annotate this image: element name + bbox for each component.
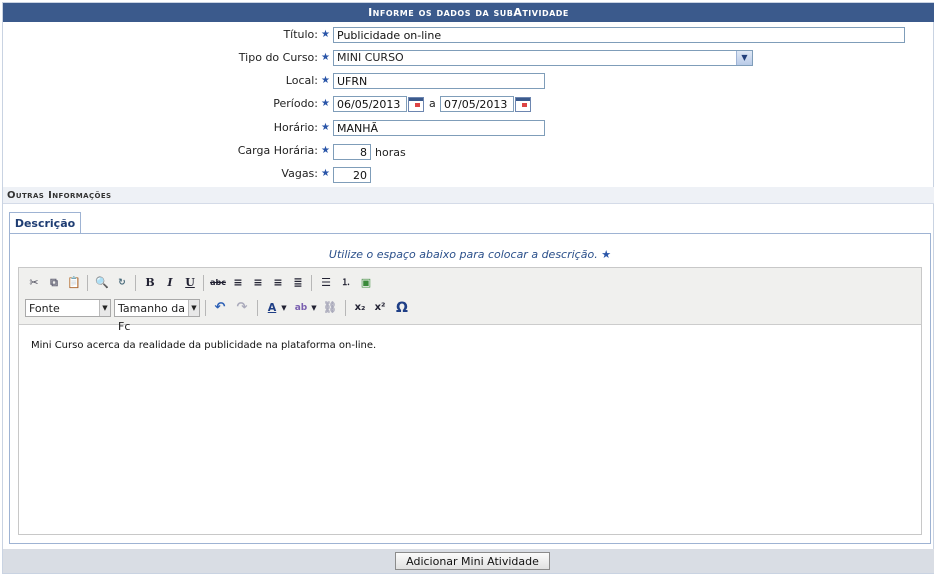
horario-label: Horário: bbox=[273, 121, 318, 134]
horario-input[interactable] bbox=[333, 120, 545, 136]
toolbar-divider bbox=[345, 300, 346, 316]
replace-icon[interactable]: ↻ bbox=[113, 274, 131, 292]
highlight-color-icon[interactable]: ab bbox=[292, 299, 310, 317]
font-family-select[interactable]: Fonte ▼ bbox=[25, 299, 111, 317]
image-icon[interactable]: ▣ bbox=[357, 274, 375, 292]
calendar-icon[interactable] bbox=[408, 97, 424, 112]
toolbar-divider bbox=[135, 275, 136, 291]
toolbar-divider bbox=[205, 300, 206, 316]
toolbar-divider bbox=[311, 275, 312, 291]
strikethrough-icon[interactable]: abc bbox=[209, 274, 227, 292]
periodo-label: Período: bbox=[273, 97, 318, 110]
chevron-down-icon[interactable]: ▼ bbox=[309, 299, 319, 317]
toolbar-divider bbox=[203, 275, 204, 291]
titulo-input[interactable] bbox=[333, 27, 905, 43]
required-star-icon: ★ bbox=[321, 75, 330, 86]
tipo-curso-select[interactable]: MINI CURSO ▼ bbox=[333, 50, 753, 66]
form-title: Informe os dados da subAtividade bbox=[3, 3, 934, 22]
carga-horaria-label: Carga Horária: bbox=[237, 144, 318, 157]
align-justify-icon[interactable]: ≣ bbox=[289, 274, 307, 292]
toolbar-divider bbox=[257, 300, 258, 316]
undo-icon[interactable]: ↶ bbox=[211, 299, 229, 317]
editor-body-text[interactable]: Mini Curso acerca da realidade da public… bbox=[31, 340, 376, 351]
required-star-icon: ★ bbox=[321, 29, 330, 40]
tipo-curso-selected-value: MINI CURSO bbox=[337, 51, 404, 64]
footer-bar: Adicionar Mini Atividade bbox=[3, 549, 934, 573]
outras-informacoes-title: Outras Informações bbox=[3, 187, 934, 204]
adicionar-mini-atividade-button[interactable]: Adicionar Mini Atividade bbox=[395, 552, 550, 570]
superscript-icon[interactable]: x² bbox=[371, 299, 389, 317]
font-family-value: Fonte bbox=[29, 302, 60, 315]
carga-horaria-input[interactable] bbox=[333, 144, 371, 160]
required-star-icon: ★ bbox=[321, 122, 330, 133]
descricao-hint-text: Utilize o espaço abaixo para colocar a d… bbox=[328, 248, 598, 261]
find-icon[interactable]: 🔍 bbox=[93, 274, 111, 292]
chevron-down-icon[interactable]: ▼ bbox=[188, 300, 199, 316]
subscript-icon[interactable]: x₂ bbox=[351, 299, 369, 317]
align-center-icon[interactable]: ≡ bbox=[249, 274, 267, 292]
copy-icon[interactable]: ⧉ bbox=[45, 274, 63, 292]
local-input[interactable] bbox=[333, 73, 545, 89]
vagas-input[interactable] bbox=[333, 167, 371, 183]
bold-icon[interactable]: B bbox=[141, 274, 159, 292]
tipo-curso-label: Tipo do Curso: bbox=[238, 51, 318, 64]
required-star-icon: ★ bbox=[601, 248, 612, 261]
link-icon[interactable]: ⛓ bbox=[321, 299, 339, 317]
cut-icon[interactable]: ✂ bbox=[25, 274, 43, 292]
toolbar-divider bbox=[87, 275, 88, 291]
chevron-down-icon[interactable]: ▼ bbox=[99, 300, 110, 316]
local-label: Local: bbox=[285, 74, 318, 87]
required-star-icon: ★ bbox=[321, 98, 330, 109]
paste-icon[interactable]: 📋 bbox=[65, 274, 83, 292]
bullet-list-icon[interactable]: ☰ bbox=[317, 274, 335, 292]
chevron-down-icon[interactable]: ▼ bbox=[736, 51, 752, 65]
periodo-separator: a bbox=[429, 97, 436, 110]
font-size-select[interactable]: Tamanho da Fc ▼ bbox=[114, 299, 200, 333]
chevron-down-icon[interactable]: ▼ bbox=[279, 299, 289, 317]
align-left-icon[interactable]: ≡ bbox=[229, 274, 247, 292]
tab-descricao[interactable]: Descrição bbox=[9, 212, 81, 234]
periodo-start-input[interactable] bbox=[333, 96, 407, 112]
periodo-end-input[interactable] bbox=[440, 96, 514, 112]
italic-icon[interactable]: I bbox=[161, 274, 179, 292]
redo-icon[interactable]: ↷ bbox=[233, 299, 251, 317]
required-star-icon: ★ bbox=[321, 145, 330, 156]
required-star-icon: ★ bbox=[321, 52, 330, 63]
underline-icon[interactable]: U bbox=[181, 274, 199, 292]
align-right-icon[interactable]: ≡ bbox=[269, 274, 287, 292]
rich-text-editor: ✂ ⧉ 📋 🔍 ↻ B I U abc ≡ ≡ ≡ ≣ ☰ ⒈ ▣ Fonte … bbox=[18, 267, 922, 535]
numbered-list-icon[interactable]: ⒈ bbox=[337, 274, 355, 292]
carga-horaria-unit: horas bbox=[375, 146, 406, 159]
vagas-label: Vagas: bbox=[281, 167, 318, 180]
required-star-icon: ★ bbox=[321, 168, 330, 179]
special-char-icon[interactable]: Ω bbox=[393, 299, 411, 317]
descricao-panel: Utilize o espaço abaixo para colocar a d… bbox=[9, 233, 931, 544]
titulo-label: Título: bbox=[283, 28, 318, 41]
editor-toolbar: ✂ ⧉ 📋 🔍 ↻ B I U abc ≡ ≡ ≡ ≣ ☰ ⒈ ▣ Fonte … bbox=[19, 268, 921, 333]
calendar-icon[interactable] bbox=[515, 97, 531, 112]
font-size-value: Tamanho da Fc bbox=[118, 302, 185, 333]
descricao-hint: Utilize o espaço abaixo para colocar a d… bbox=[10, 248, 930, 261]
